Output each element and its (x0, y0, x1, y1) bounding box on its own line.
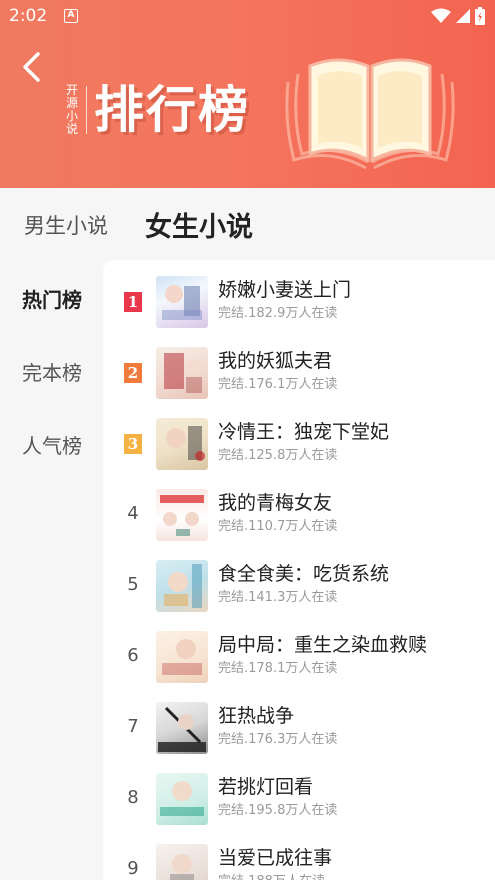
open-book-icon (285, 58, 455, 170)
brand-divider (86, 86, 87, 134)
book-cover (156, 347, 208, 399)
ranking-header: 2:02 A 开源小说 排行榜 (0, 0, 495, 188)
page-title: 排行榜 (94, 81, 250, 139)
list-item[interactable]: 7 狂热战争 完结.176.3万人在读 (103, 698, 495, 758)
book-meta: 完结.176.1万人在读 (218, 377, 338, 392)
book-cover (156, 631, 208, 683)
rank-number: 4 (127, 503, 139, 524)
book-meta: 完结.182.9万人在读 (218, 306, 338, 321)
book-title: 当爱已成往事 (218, 847, 333, 869)
wifi-icon (431, 8, 451, 23)
nav-item-completed[interactable]: 完本榜 (22, 357, 82, 386)
book-cover (156, 844, 208, 880)
nav-item-popular[interactable]: 人气榜 (22, 430, 82, 459)
list-item[interactable]: 5 食全食美：吃货系统 完结.141.3万人在读 (103, 556, 495, 616)
list-item[interactable]: 8 若挑灯回看 完结.195.8万人在读 (103, 769, 495, 829)
book-meta: 完结.176.3万人在读 (218, 732, 338, 747)
brand-small-text: 开源小说 (65, 83, 78, 136)
list-item[interactable]: 1 娇嫩小妻送上门 完结.182.9万人在读 (103, 272, 495, 332)
signal-icon (456, 9, 470, 23)
back-button[interactable] (18, 50, 48, 86)
list-item[interactable]: 3 冷情王：独宠下堂妃 完结.125.8万人在读 (103, 414, 495, 474)
list-item[interactable]: 4 我的青梅女友 完结.110.7万人在读 (103, 485, 495, 545)
book-meta: 完结.178.1万人在读 (218, 661, 338, 676)
book-title: 娇嫩小妻送上门 (218, 279, 352, 301)
list-item[interactable]: 2 我的妖狐夫君 完结.176.1万人在读 (103, 343, 495, 403)
book-cover (156, 418, 208, 470)
chevron-left-icon (23, 52, 40, 82)
rank-number: 6 (127, 645, 139, 666)
rank-badge: 2 (124, 363, 142, 383)
book-title: 我的妖狐夫君 (218, 350, 333, 372)
book-meta: 完结.195.8万人在读 (218, 803, 338, 818)
tab-female-novels[interactable]: 女生小说 (145, 205, 253, 244)
notification-icon: A (64, 9, 78, 23)
book-cover (156, 560, 208, 612)
rank-badge: 3 (124, 434, 142, 454)
book-cover (156, 773, 208, 825)
book-cover (156, 489, 208, 541)
ranking-category-nav: 热门榜 完本榜 人气榜 (0, 260, 103, 880)
book-title: 冷情王：独宠下堂妃 (218, 421, 390, 443)
book-title: 狂热战争 (218, 705, 295, 727)
book-title: 局中局：重生之染血救赎 (218, 634, 428, 656)
rank-number: 7 (127, 716, 139, 737)
book-cover (156, 702, 208, 754)
book-meta: 完结.125.8万人在读 (218, 448, 338, 463)
list-item[interactable]: 9 当爱已成往事 完结.188万人在读 (103, 840, 495, 880)
book-meta: 完结.141.3万人在读 (218, 590, 338, 605)
rank-number: 5 (127, 574, 139, 595)
ranking-list: 1 娇嫩小妻送上门 完结.182.9万人在读 2 我的妖狐夫君 完结.176.1… (103, 260, 495, 880)
rank-number: 9 (127, 858, 139, 879)
nav-item-hot[interactable]: 热门榜 (22, 284, 82, 313)
battery-icon (475, 7, 485, 25)
book-title: 我的青梅女友 (218, 492, 333, 514)
book-meta: 完结.110.7万人在读 (218, 519, 338, 534)
book-cover (156, 276, 208, 328)
status-icons (431, 7, 485, 25)
status-time: 2:02 (9, 6, 48, 26)
book-meta: 完结.188万人在读 (218, 870, 325, 880)
book-title: 若挑灯回看 (218, 776, 314, 798)
rank-badge: 1 (124, 292, 142, 312)
tab-male-novels[interactable]: 男生小说 (24, 210, 108, 240)
rank-number: 8 (127, 787, 139, 808)
book-title: 食全食美：吃货系统 (218, 563, 390, 585)
list-item[interactable]: 6 局中局：重生之染血救赎 完结.178.1万人在读 (103, 627, 495, 687)
status-bar: 2:02 A (0, 0, 495, 32)
